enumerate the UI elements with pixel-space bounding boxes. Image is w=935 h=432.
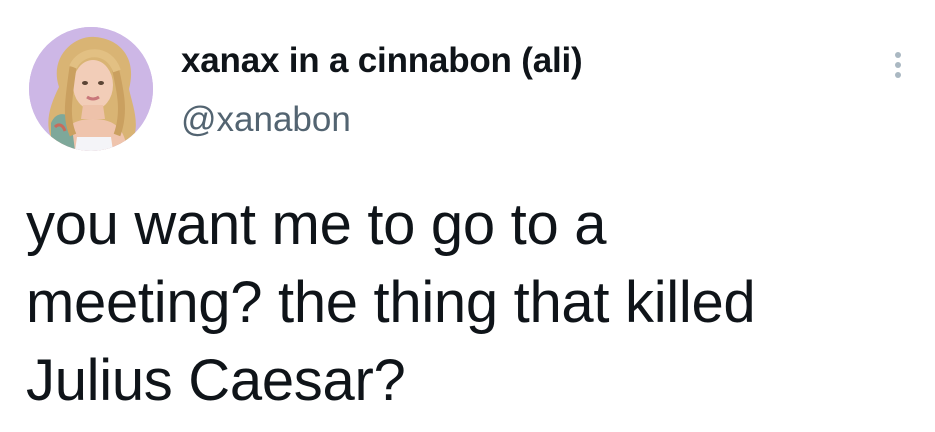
tweet-text-line: Julius Caesar?: [26, 348, 406, 413]
tweet-text-line: you want me to go to a: [26, 192, 607, 257]
more-options-dot: [895, 72, 901, 78]
author-display-name[interactable]: xanax in a cinnabon (ali): [181, 39, 583, 83]
profile-photo-icon: [29, 27, 153, 151]
author-handle[interactable]: @xanabon: [181, 98, 351, 142]
tweet-text-line: meeting? the thing that killed: [26, 270, 756, 335]
tweet-text: you want me to go to a meeting? the thin…: [26, 186, 921, 420]
avatar[interactable]: [29, 27, 153, 151]
tweet-card: xanax in a cinnabon (ali) @xanabon you w…: [0, 0, 935, 432]
more-options-button[interactable]: [884, 43, 914, 87]
more-options-dot: [895, 62, 901, 68]
more-options-vertical-dots-icon: [895, 52, 901, 58]
